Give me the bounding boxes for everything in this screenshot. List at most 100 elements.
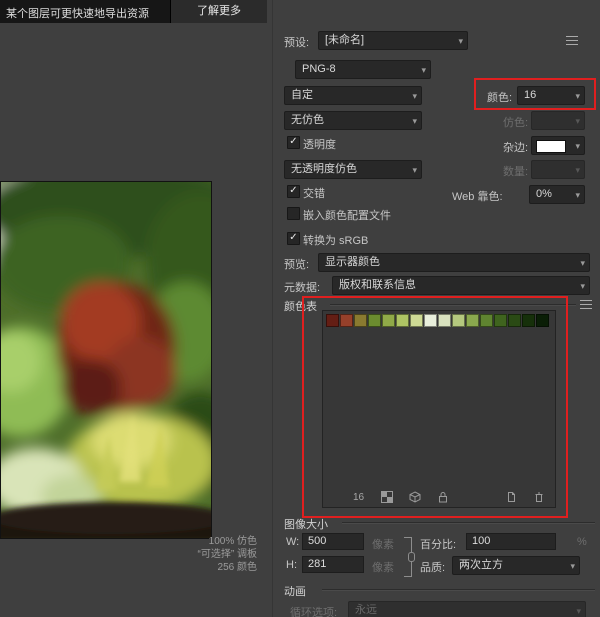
amount-label: 数量:	[503, 163, 528, 179]
color-count-info: 256 颜色	[0, 561, 257, 574]
chevron-down-icon: ▾	[458, 33, 463, 49]
quality-label: 品质:	[420, 559, 445, 575]
metadata-label: 元数据:	[284, 279, 320, 295]
color-swatches	[326, 314, 549, 327]
preset-select[interactable]: [未命名] ▾	[318, 31, 468, 50]
interlaced-checkbox[interactable]: ✓	[287, 185, 300, 198]
chevron-down-icon: ▾	[570, 558, 575, 574]
color-table-panel: 16	[322, 310, 556, 508]
percent-input[interactable]: 100	[466, 533, 556, 550]
palette-info: “可选择” 调板	[0, 548, 257, 561]
height-unit: 像素	[372, 559, 394, 575]
percent-unit: %	[577, 536, 587, 548]
color-swatch[interactable]	[410, 314, 423, 327]
height-input[interactable]: 281	[302, 556, 364, 573]
percent-label: 百分比:	[420, 536, 456, 552]
loop-options-select: 永远 ▾	[348, 601, 586, 617]
colors-label: 颜色:	[487, 89, 512, 105]
chevron-down-icon: ▾	[575, 187, 580, 203]
convert-srgb-label: 转换为 sRGB	[303, 232, 368, 248]
map-transparency-icon[interactable]	[381, 491, 393, 503]
matte-select[interactable]: ▾	[531, 136, 585, 155]
chevron-down-icon: ▾	[412, 113, 417, 129]
width-unit: 像素	[372, 536, 394, 552]
animation-title: 动画	[284, 583, 306, 599]
color-table-title: 颜色表	[284, 298, 317, 314]
color-swatch[interactable]	[480, 314, 493, 327]
format-select[interactable]: PNG-8 ▾	[295, 60, 431, 79]
interlaced-label: 交错	[303, 185, 325, 201]
color-swatch[interactable]	[354, 314, 367, 327]
color-table-divider	[330, 304, 576, 305]
color-reduction-select[interactable]: 自定 ▾	[284, 86, 422, 105]
chevron-down-icon: ▾	[575, 138, 580, 154]
delete-icon[interactable]	[533, 491, 545, 503]
web-snap-select[interactable]: 0% ▾	[529, 185, 585, 204]
preset-panel-menu-icon[interactable]	[566, 36, 578, 45]
preview-info: 100% 仿色 “可选择” 调板 256 颜色	[0, 535, 257, 574]
chevron-down-icon: ▾	[575, 162, 580, 178]
chevron-down-icon: ▾	[575, 88, 580, 104]
height-label: H:	[286, 559, 297, 571]
color-table-count: 16	[353, 492, 364, 503]
matte-color-swatch	[536, 140, 566, 153]
color-swatch[interactable]	[382, 314, 395, 327]
image-size-title: 图像大小	[284, 516, 328, 532]
image-size-divider	[342, 522, 595, 523]
width-label: W:	[286, 536, 299, 548]
link-dimensions-icon[interactable]	[404, 537, 412, 577]
preview-select[interactable]: 显示器颜色 ▾	[318, 253, 590, 272]
color-swatch[interactable]	[494, 314, 507, 327]
preset-label: 预设:	[284, 34, 309, 50]
dither-amount-select: ▾	[531, 111, 585, 130]
chevron-down-icon: ▾	[580, 255, 585, 271]
color-swatch[interactable]	[522, 314, 535, 327]
transparency-label: 透明度	[303, 136, 336, 152]
color-table-menu-icon[interactable]	[580, 300, 592, 309]
colors-select[interactable]: 16 ▾	[517, 86, 585, 105]
color-swatch[interactable]	[536, 314, 549, 327]
quality-select[interactable]: 两次立方 ▾	[452, 556, 580, 575]
chevron-down-icon: ▾	[575, 113, 580, 129]
lock-icon[interactable]	[437, 491, 449, 503]
notification-text: 某个图层可更快速地导出资源	[6, 5, 149, 21]
web-snap-label: Web 靠色:	[452, 188, 503, 204]
color-swatch[interactable]	[340, 314, 353, 327]
transparency-checkbox[interactable]: ✓	[287, 136, 300, 149]
dither-label: 仿色:	[503, 114, 528, 130]
save-for-web-dialog: 某个图层可更快速地导出资源 了解更多	[0, 0, 600, 617]
garden-photo-illustration	[1, 182, 211, 538]
learn-more-button[interactable]: 了解更多	[170, 0, 267, 23]
notification-bar: 某个图层可更快速地导出资源 了解更多	[0, 0, 266, 23]
color-swatch[interactable]	[508, 314, 521, 327]
metadata-select[interactable]: 版权和联系信息 ▾	[332, 276, 590, 295]
chevron-down-icon: ▾	[412, 88, 417, 104]
convert-srgb-checkbox[interactable]: ✓	[287, 232, 300, 245]
matte-label: 杂边:	[503, 139, 528, 155]
dither-info: 100% 仿色	[0, 535, 257, 548]
transparency-dither-select[interactable]: 无透明度仿色 ▾	[284, 160, 422, 179]
color-swatch[interactable]	[326, 314, 339, 327]
chevron-down-icon: ▾	[576, 603, 581, 617]
new-item-icon[interactable]	[505, 491, 517, 503]
amount-select: ▾	[531, 160, 585, 179]
dither-method-select[interactable]: 无仿色 ▾	[284, 111, 422, 130]
color-swatch[interactable]	[452, 314, 465, 327]
chevron-down-icon: ▾	[421, 62, 426, 78]
color-swatch[interactable]	[396, 314, 409, 327]
animation-divider	[322, 589, 595, 590]
chevron-down-icon: ▾	[412, 162, 417, 178]
embed-profile-label: 嵌入颜色配置文件	[303, 207, 391, 223]
panel-divider	[272, 0, 273, 617]
color-swatch[interactable]	[438, 314, 451, 327]
color-swatch[interactable]	[424, 314, 437, 327]
loop-options-label: 循环选项:	[290, 604, 337, 617]
preview-image[interactable]	[0, 181, 212, 539]
web-shift-icon[interactable]	[409, 491, 421, 503]
width-input[interactable]: 500	[302, 533, 364, 550]
color-swatch[interactable]	[466, 314, 479, 327]
embed-profile-checkbox[interactable]	[287, 207, 300, 220]
preview-label: 预览:	[284, 256, 309, 272]
chevron-down-icon: ▾	[580, 278, 585, 294]
color-swatch[interactable]	[368, 314, 381, 327]
